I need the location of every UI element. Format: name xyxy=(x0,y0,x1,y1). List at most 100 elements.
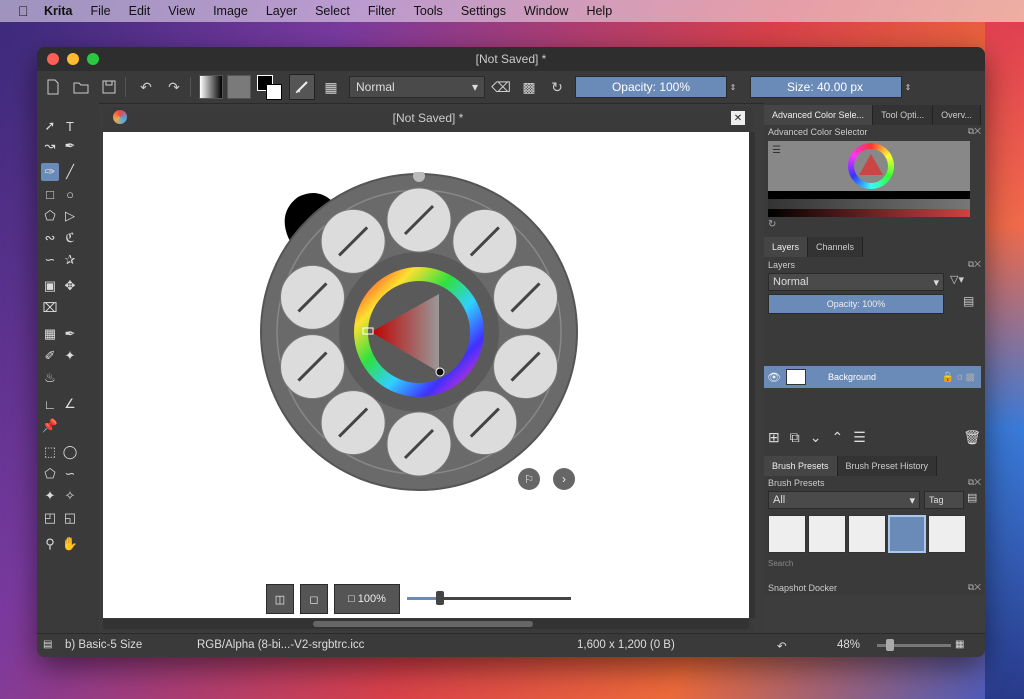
freehand-select-icon[interactable]: ∽ xyxy=(61,465,79,483)
minimize-window-button[interactable] xyxy=(67,53,79,65)
similar-select-icon[interactable]: ✧ xyxy=(61,487,79,505)
move-tool-icon[interactable]: ✥ xyxy=(61,277,79,295)
rotate-reset-icon[interactable]: ↶ xyxy=(777,639,787,653)
layer-properties-button-icon[interactable]: ☰ xyxy=(853,429,866,449)
assistant-tool-icon[interactable]: ∟ xyxy=(41,395,59,413)
close-window-button[interactable] xyxy=(47,53,59,65)
value-bar[interactable] xyxy=(768,199,970,209)
maximize-window-button[interactable] xyxy=(87,53,99,65)
measure-tool-icon[interactable]: ∠ xyxy=(61,395,79,413)
redo-icon[interactable]: ↷ xyxy=(162,76,186,98)
menu-select[interactable]: Select xyxy=(315,4,350,18)
bezier-select-icon[interactable]: ◰ xyxy=(41,509,59,527)
status-color-profile[interactable]: RGB/Alpha (8-bi...-V2-srgbtrc.icc xyxy=(197,639,364,651)
edit-shapes-icon[interactable]: ↝ xyxy=(41,137,59,155)
mirror-button[interactable]: ◫ xyxy=(266,584,294,614)
apple-icon[interactable]:  xyxy=(18,3,34,19)
rect-select-icon[interactable]: ⬚ xyxy=(41,443,59,461)
filter-icon[interactable]: ▽▾ xyxy=(950,273,964,286)
contiguous-select-icon[interactable]: ✦ xyxy=(41,487,59,505)
menu-edit[interactable]: Edit xyxy=(129,4,151,18)
reference-images-icon[interactable]: 📌 xyxy=(41,417,59,435)
next-page-icon[interactable]: › xyxy=(553,468,575,490)
fg-bg-color-swatch[interactable] xyxy=(257,75,282,100)
add-layer-icon[interactable]: ⊞ xyxy=(768,429,780,449)
new-document-icon[interactable] xyxy=(41,76,65,98)
tab-brush-preset-history[interactable]: Brush Preset History xyxy=(837,456,938,476)
transform-tool-icon[interactable]: ▣ xyxy=(41,277,59,295)
delete-layer-icon[interactable]: 🗑 xyxy=(963,429,981,449)
reload-preset-icon[interactable]: ↻ xyxy=(545,76,569,98)
preset-view-icon[interactable]: ▤ xyxy=(967,491,977,504)
menu-filter[interactable]: Filter xyxy=(368,4,396,18)
layer-properties-icon[interactable]: ▤ xyxy=(963,294,981,312)
background-color[interactable] xyxy=(266,84,282,100)
move-layer-up-icon[interactable]: ⌃ xyxy=(831,429,843,449)
tag-icon[interactable]: ⚐ xyxy=(518,468,540,490)
tab-channels[interactable]: Channels xyxy=(808,237,864,257)
menu-window[interactable]: Window xyxy=(524,4,568,18)
tag-dropdown[interactable]: Tag xyxy=(924,491,964,509)
size-stepper-icon[interactable]: ⇕ xyxy=(903,76,913,98)
saturation-bar[interactable] xyxy=(768,209,970,217)
preset-thumbnail[interactable] xyxy=(928,515,966,553)
horizontal-scrollbar[interactable] xyxy=(103,619,749,629)
preset-thumbnail[interactable] xyxy=(808,515,846,553)
rectangle-tool-icon[interactable]: □ xyxy=(41,185,59,203)
tab-brush-presets[interactable]: Brush Presets xyxy=(764,456,838,476)
color-selector-panel[interactable]: ☰ xyxy=(768,141,970,217)
undo-icon[interactable]: ↶ xyxy=(134,76,158,98)
document-tab[interactable]: [Not Saved] * ✕ xyxy=(103,107,753,129)
black-bar[interactable] xyxy=(768,191,970,199)
brush-preset-button[interactable] xyxy=(289,74,315,100)
text-tool-icon[interactable]: T xyxy=(61,117,79,135)
docker-float-icon[interactable]: ⧉✕ xyxy=(968,477,981,488)
tab-tool-options[interactable]: Tool Opti... xyxy=(873,105,934,125)
color-settings-icon[interactable]: ☰ xyxy=(772,145,781,156)
popup-palette[interactable] xyxy=(259,172,579,492)
fit-page-icon[interactable]: ▦ xyxy=(955,639,964,650)
brush-settings-icon[interactable]: ▦ xyxy=(319,76,343,98)
menu-settings[interactable]: Settings xyxy=(461,4,506,18)
canvas-only-button[interactable]: ◻ xyxy=(300,584,328,614)
docker-float-icon[interactable]: ⧉✕ xyxy=(968,582,981,593)
duplicate-layer-icon[interactable]: ⧉ xyxy=(790,429,800,449)
menu-layer[interactable]: Layer xyxy=(266,4,297,18)
docker-float-icon[interactable]: ⧉✕ xyxy=(968,259,981,270)
preset-thumbnail[interactable] xyxy=(768,515,806,553)
select-shapes-icon[interactable]: ➚ xyxy=(41,117,59,135)
save-icon[interactable] xyxy=(97,76,121,98)
vertical-scrollbar[interactable] xyxy=(749,132,755,618)
tab-overview[interactable]: Overv... xyxy=(933,105,981,125)
visibility-eye-icon[interactable]: 👁 xyxy=(764,371,784,384)
calligraphy-icon[interactable]: ✒ xyxy=(61,137,79,155)
layer-lock-icon[interactable]: 🔒 α ▩ xyxy=(942,372,975,383)
layer-blend-dropdown[interactable]: Normal ▾ xyxy=(768,273,944,291)
alpha-lock-icon[interactable]: ▩ xyxy=(517,76,541,98)
size-slider[interactable]: Size: 40.00 px xyxy=(750,76,902,98)
menu-image[interactable]: Image xyxy=(213,4,248,18)
zoom-slider-handle[interactable] xyxy=(435,591,444,605)
polygon-tool-icon[interactable]: ⬠ xyxy=(41,207,59,225)
zoom-reset-button[interactable]: □ 100% xyxy=(334,584,400,614)
freehand-brush-icon[interactable]: ✑ xyxy=(41,163,59,181)
preset-search-field[interactable]: Search xyxy=(768,559,793,568)
ellipse-select-icon[interactable]: ◯ xyxy=(61,443,79,461)
eraser-icon[interactable]: ⌫ xyxy=(489,76,513,98)
polyline-tool-icon[interactable]: ▷ xyxy=(61,207,79,225)
docker-float-icon[interactable]: ⧉✕ xyxy=(968,126,981,137)
preset-thumbnail-selected[interactable] xyxy=(888,515,926,553)
menu-view[interactable]: View xyxy=(168,4,195,18)
hue-ring[interactable] xyxy=(848,143,894,189)
pan-tool-icon[interactable]: ✋ xyxy=(61,535,79,553)
magnetic-select-icon[interactable]: ◱ xyxy=(61,509,79,527)
dynamic-brush-icon[interactable]: ∽ xyxy=(41,251,59,269)
scrollbar-thumb[interactable] xyxy=(313,621,533,627)
crop-tool-icon[interactable]: ⌧ xyxy=(41,299,59,317)
open-folder-icon[interactable] xyxy=(69,76,93,98)
preset-thumbnail[interactable] xyxy=(848,515,886,553)
colorize-mask-icon[interactable]: ✐ xyxy=(41,347,59,365)
zoom-tool-icon[interactable]: ⚲ xyxy=(41,535,59,553)
gradient-tool-icon[interactable]: ▦ xyxy=(41,325,59,343)
move-layer-down-icon[interactable]: ⌄ xyxy=(810,429,822,449)
